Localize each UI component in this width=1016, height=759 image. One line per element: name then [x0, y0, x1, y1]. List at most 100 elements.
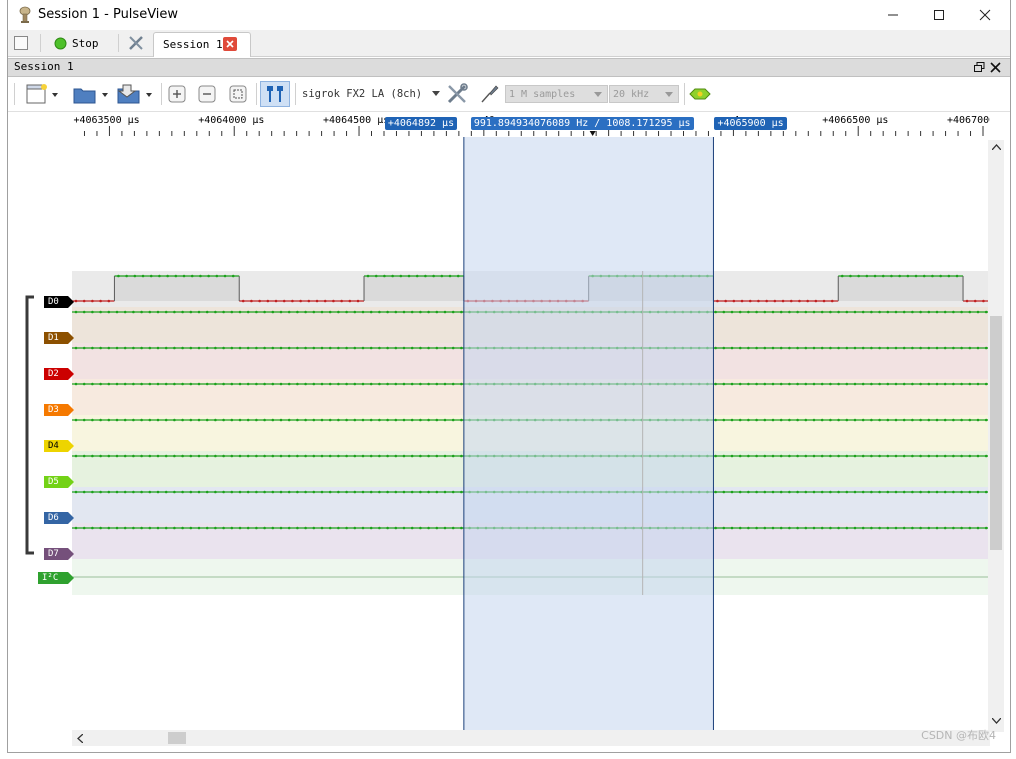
scroll-up-icon[interactable] [992, 144, 1001, 150]
show-cursors-button[interactable] [260, 81, 290, 107]
device-config-button[interactable] [446, 81, 468, 107]
separator [118, 34, 119, 52]
tab-session-1[interactable]: Session 1 [153, 32, 251, 57]
sample-dot [156, 310, 160, 314]
save-button[interactable] [114, 81, 156, 107]
channel-label-d6[interactable]: D6 [44, 512, 74, 524]
sample-dot [927, 418, 931, 422]
horizontal-scroll-thumb[interactable] [168, 732, 186, 744]
zoom-out-button[interactable] [196, 81, 218, 107]
sample-dot [394, 346, 398, 350]
sample-dot [968, 454, 972, 458]
sample-dot [763, 346, 767, 350]
scroll-left-icon[interactable] [77, 734, 83, 743]
d0-sample-dot [765, 299, 768, 303]
sample-dot [173, 490, 176, 494]
sample-dot [337, 346, 340, 350]
sample-dot [238, 490, 242, 494]
horizontal-scrollbar[interactable] [72, 730, 990, 746]
channel-label-d1[interactable]: D1 [44, 332, 74, 344]
sample-dot [353, 526, 357, 530]
tab-close-icon[interactable] [223, 37, 237, 51]
add-decoder-button[interactable] [688, 81, 712, 107]
sample-dot [189, 454, 193, 458]
float-icon[interactable] [974, 62, 985, 73]
sample-dot [730, 454, 734, 458]
sample-dot [451, 454, 455, 458]
dock-header: Session 1 [8, 58, 1010, 77]
sample-dot [304, 490, 307, 494]
sample-dot [402, 454, 406, 458]
sample-dot [886, 346, 890, 350]
vertical-scrollbar[interactable] [988, 140, 1004, 732]
dock-title: Session 1 [14, 60, 74, 73]
sample-count-value: 1 M samples [509, 89, 576, 100]
sample-dot [427, 382, 430, 386]
signal-traces[interactable] [72, 137, 988, 730]
cursor-selection-area[interactable] [463, 137, 714, 730]
sample-dot [747, 346, 750, 350]
device-selector[interactable]: sigrok FX2 LA (8ch) [302, 81, 442, 107]
channel-label-d0[interactable]: D0 [44, 296, 74, 308]
cursors-icon [267, 86, 283, 102]
zoom-in-button[interactable] [166, 81, 188, 107]
sample-dot [755, 346, 758, 350]
sample-dot [230, 490, 234, 494]
sample-dot [402, 526, 406, 530]
sample-dot [419, 418, 422, 422]
dock-close-icon[interactable] [990, 62, 1001, 73]
sidebar-toggle-button[interactable] [14, 33, 28, 53]
sample-dot [148, 526, 152, 530]
sample-dot [164, 382, 168, 386]
d0-sample-dot [332, 299, 335, 303]
close-button[interactable] [962, 0, 1008, 30]
sample-dot [91, 382, 94, 386]
decoder-label-i2c[interactable]: I²C [38, 572, 74, 584]
trace-view[interactable]: +4063500 μs +4064000 μs +4064500 μs +406650… [8, 112, 1010, 752]
sample-dot [337, 454, 340, 458]
vertical-scroll-thumb[interactable] [990, 316, 1002, 550]
d0-sample-dot [250, 299, 253, 303]
sample-dot [353, 346, 357, 350]
channel-label-d5[interactable]: D5 [44, 476, 74, 488]
sample-dot [238, 382, 242, 386]
cursor-1-flag[interactable]: +4064892 μs [384, 117, 458, 130]
d0-sample-dot [356, 299, 360, 303]
sample-dot [730, 418, 734, 422]
new-view-button[interactable] [22, 81, 62, 107]
samplerate-select[interactable]: 20 kHz [609, 85, 679, 103]
channel-label-d7[interactable]: D7 [44, 548, 74, 560]
sample-dot [378, 490, 381, 494]
open-button[interactable] [70, 81, 112, 107]
probe-config-button[interactable] [478, 81, 500, 107]
channel-label-d2[interactable]: D2 [44, 368, 74, 380]
sample-dot [976, 526, 980, 530]
sample-dot [779, 490, 783, 494]
channel-label-d3[interactable]: D3 [44, 404, 74, 416]
d0-sample-dot [91, 299, 94, 303]
sample-dot [796, 310, 799, 314]
sample-dot [927, 382, 931, 386]
sample-dot [271, 310, 275, 314]
settings-button[interactable] [128, 33, 144, 53]
sample-dot [304, 346, 307, 350]
zoom-fit-button[interactable] [227, 81, 249, 107]
maximize-button[interactable] [916, 0, 962, 30]
channel-label-d4[interactable]: D4 [44, 440, 74, 452]
d0-sample-dot [383, 274, 386, 278]
sample-dot [878, 490, 881, 494]
sample-dot [91, 454, 94, 458]
sample-dot [378, 418, 381, 422]
minimize-button[interactable] [870, 0, 916, 30]
cursor-2-flag[interactable]: +4065900 μs [714, 117, 787, 130]
scroll-down-icon[interactable] [992, 718, 1001, 724]
sample-count-select[interactable]: 1 M samples [505, 85, 608, 103]
channel-group-bracket[interactable] [24, 295, 36, 555]
sample-dot [279, 454, 283, 458]
sample-dot [427, 490, 430, 494]
samplerate-value: 20 kHz [613, 89, 650, 100]
separator [256, 83, 257, 105]
sample-dot [878, 454, 881, 458]
sample-dot [345, 418, 348, 422]
stop-button[interactable]: Stop [54, 33, 99, 53]
